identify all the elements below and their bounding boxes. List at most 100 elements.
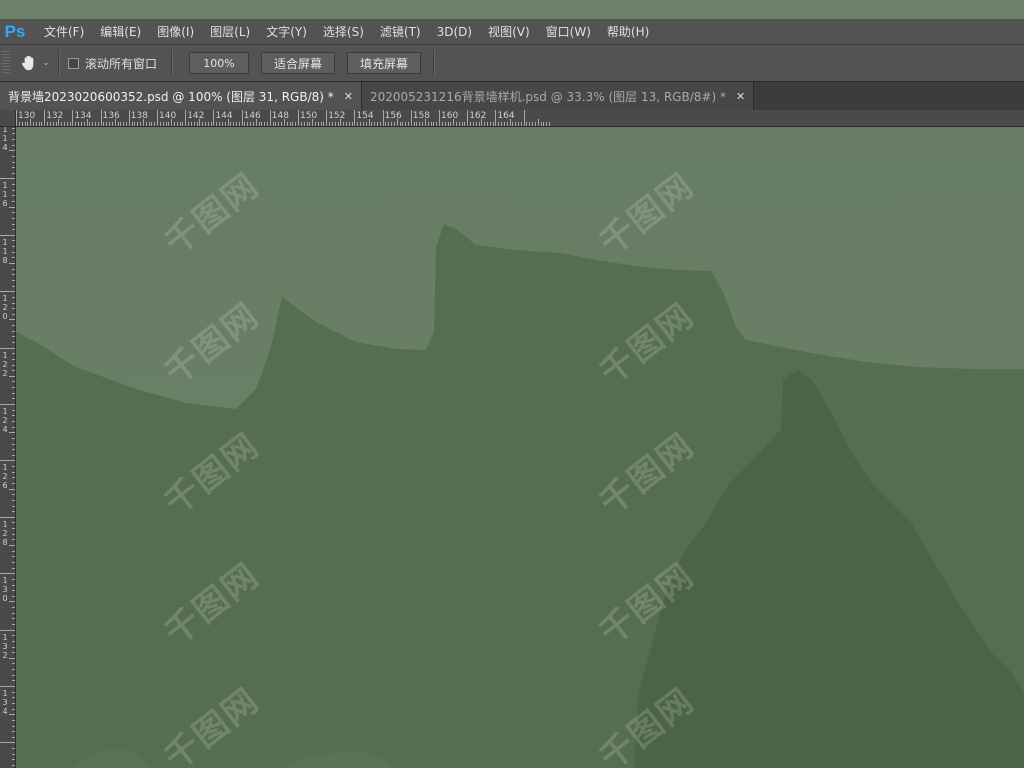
- menu-edit[interactable]: 编辑(E): [92, 19, 149, 45]
- ruler-tick: [9, 601, 15, 603]
- options-bar-grip[interactable]: [2, 51, 10, 75]
- fit-screen-button[interactable]: 适合屏幕: [261, 52, 336, 74]
- ruler-tick: [0, 178, 15, 180]
- ruler-tick: [12, 539, 15, 541]
- ruler-tick: [0, 686, 15, 687]
- ruler-tick: [12, 466, 15, 467]
- ruler-tick: [12, 313, 15, 315]
- ruler-origin[interactable]: [0, 110, 16, 127]
- ruler-tick: [12, 353, 15, 355]
- ruler-label: 134: [74, 111, 92, 121]
- ruler-label: 150: [300, 111, 318, 121]
- ruler-tick: [12, 680, 15, 682]
- menu-layer[interactable]: 图层(L): [202, 19, 258, 45]
- document-canvas[interactable]: 千图网 千图网 千图网 千图网 千图网 千图网 千图网 千图网 千图网 千图网: [16, 127, 1024, 768]
- photoshop-logo[interactable]: Ps: [0, 19, 30, 45]
- menu-help[interactable]: 帮助(H): [599, 19, 657, 45]
- ruler-label: 142: [187, 111, 205, 121]
- ruler-tick: [12, 607, 15, 608]
- menu-3d[interactable]: 3D(D): [429, 19, 480, 45]
- ruler-tick: [83, 122, 85, 126]
- vertical-ruler[interactable]: 114 116 118 120 122 124 126 128 130 132 134: [0, 127, 16, 768]
- ruler-tick: [207, 122, 209, 126]
- menu-select[interactable]: 选择(S): [315, 19, 372, 45]
- ruler-tick: [12, 533, 15, 535]
- ruler-label: 162: [469, 111, 487, 121]
- ruler-tick: [12, 279, 15, 281]
- ruler-tick: [0, 516, 15, 518]
- ruler-tick: [75, 122, 77, 126]
- tool-preset-chevron-down-icon[interactable]: ⌄: [42, 58, 52, 68]
- ruler-tick: [303, 122, 305, 126]
- ruler-tick: [12, 697, 15, 699]
- ruler-tick: [12, 624, 15, 625]
- ruler-tick: [289, 122, 291, 126]
- ruler-tick: [128, 110, 130, 126]
- close-tab-icon[interactable]: ✕: [344, 90, 353, 103]
- ruler-tick: [12, 426, 15, 428]
- scroll-all-windows-checkbox[interactable]: [68, 57, 79, 69]
- ruler-tick: [9, 263, 15, 264]
- ruler-tick: [343, 122, 345, 126]
- document-tab-title: 背景墙20230206003​52.psd @ 100% (图层 31, RGB…: [8, 89, 334, 104]
- ruler-tick: [188, 122, 189, 126]
- ruler-tick: [362, 122, 364, 126]
- ruler-tick: [506, 122, 508, 126]
- ruler-tick: [24, 122, 26, 126]
- document-tab[interactable]: 202005231216背景墙样机.psd @ 33.3% (图层 13, RG…: [361, 82, 755, 110]
- ruler-tick: [230, 122, 232, 126]
- ruler-tick: [250, 122, 252, 126]
- ruler-tick: [12, 736, 15, 738]
- ruler-tick: [12, 578, 15, 580]
- ruler-label: 136: [102, 111, 120, 121]
- ruler-tick: [12, 691, 15, 693]
- ruler-tick: [272, 122, 274, 126]
- ruler-tick: [244, 122, 246, 126]
- zoom-level-button[interactable]: 100%: [189, 52, 250, 74]
- ruler-tick: [484, 122, 486, 126]
- ruler-tick: [176, 122, 178, 126]
- menu-file[interactable]: 文件(F): [30, 19, 92, 45]
- fill-screen-button[interactable]: 填充屏幕: [347, 52, 422, 74]
- ruler-tick: [323, 122, 325, 126]
- close-tab-icon[interactable]: ✕: [736, 90, 745, 103]
- options-separator: [171, 50, 174, 76]
- ruler-label: 130: [18, 111, 36, 121]
- ruler-tick: [12, 387, 15, 389]
- menu-view[interactable]: 视图(V): [480, 19, 538, 45]
- ruler-tick: [472, 122, 474, 126]
- ruler-tick: [185, 110, 187, 126]
- ruler-tick: [193, 122, 195, 126]
- ruler-tick: [117, 122, 119, 126]
- ruler-tick: [532, 122, 534, 126]
- scroll-all-windows-option[interactable]: 滚动所有窗口: [68, 55, 157, 72]
- document-tab-active[interactable]: 背景墙20230206003​52.psd @ 100% (图层 31, RGB…: [0, 82, 362, 110]
- ruler-tick: [258, 122, 260, 126]
- ruler-tick: [314, 122, 316, 126]
- menu-window[interactable]: 窗口(W): [538, 19, 599, 45]
- horizontal-ruler[interactable]: 130 132 134 136 138 140 142 144 146 148 150 152 154 1…: [16, 110, 1024, 127]
- ruler-tick: [12, 138, 15, 140]
- ruler-tick: [365, 122, 367, 126]
- ruler-tick: [137, 122, 139, 126]
- ruler-tick: [12, 201, 15, 202]
- ruler-tick: [12, 528, 15, 530]
- ruler-tick: [66, 122, 68, 126]
- ruler-tick: [275, 122, 277, 126]
- ruler-tick: [12, 285, 15, 287]
- ruler-label: 154: [356, 111, 374, 121]
- ruler-tick: [0, 347, 15, 349]
- ruler-tick: [78, 122, 79, 126]
- menu-type[interactable]: 文字(Y): [258, 19, 315, 45]
- ruler-tick: [12, 195, 15, 197]
- ruler-tick: [18, 122, 20, 126]
- ruler-tick: [433, 122, 435, 126]
- menu-filter[interactable]: 滤镜(T): [372, 19, 429, 45]
- ruler-tick: [12, 674, 15, 676]
- ruler-label: 126: [2, 463, 8, 491]
- ruler-tick: [12, 449, 15, 451]
- menu-image[interactable]: 图像(I): [149, 19, 202, 45]
- ruler-tick: [154, 122, 156, 126]
- ruler-tick: [44, 110, 46, 126]
- hand-icon[interactable]: [18, 52, 40, 74]
